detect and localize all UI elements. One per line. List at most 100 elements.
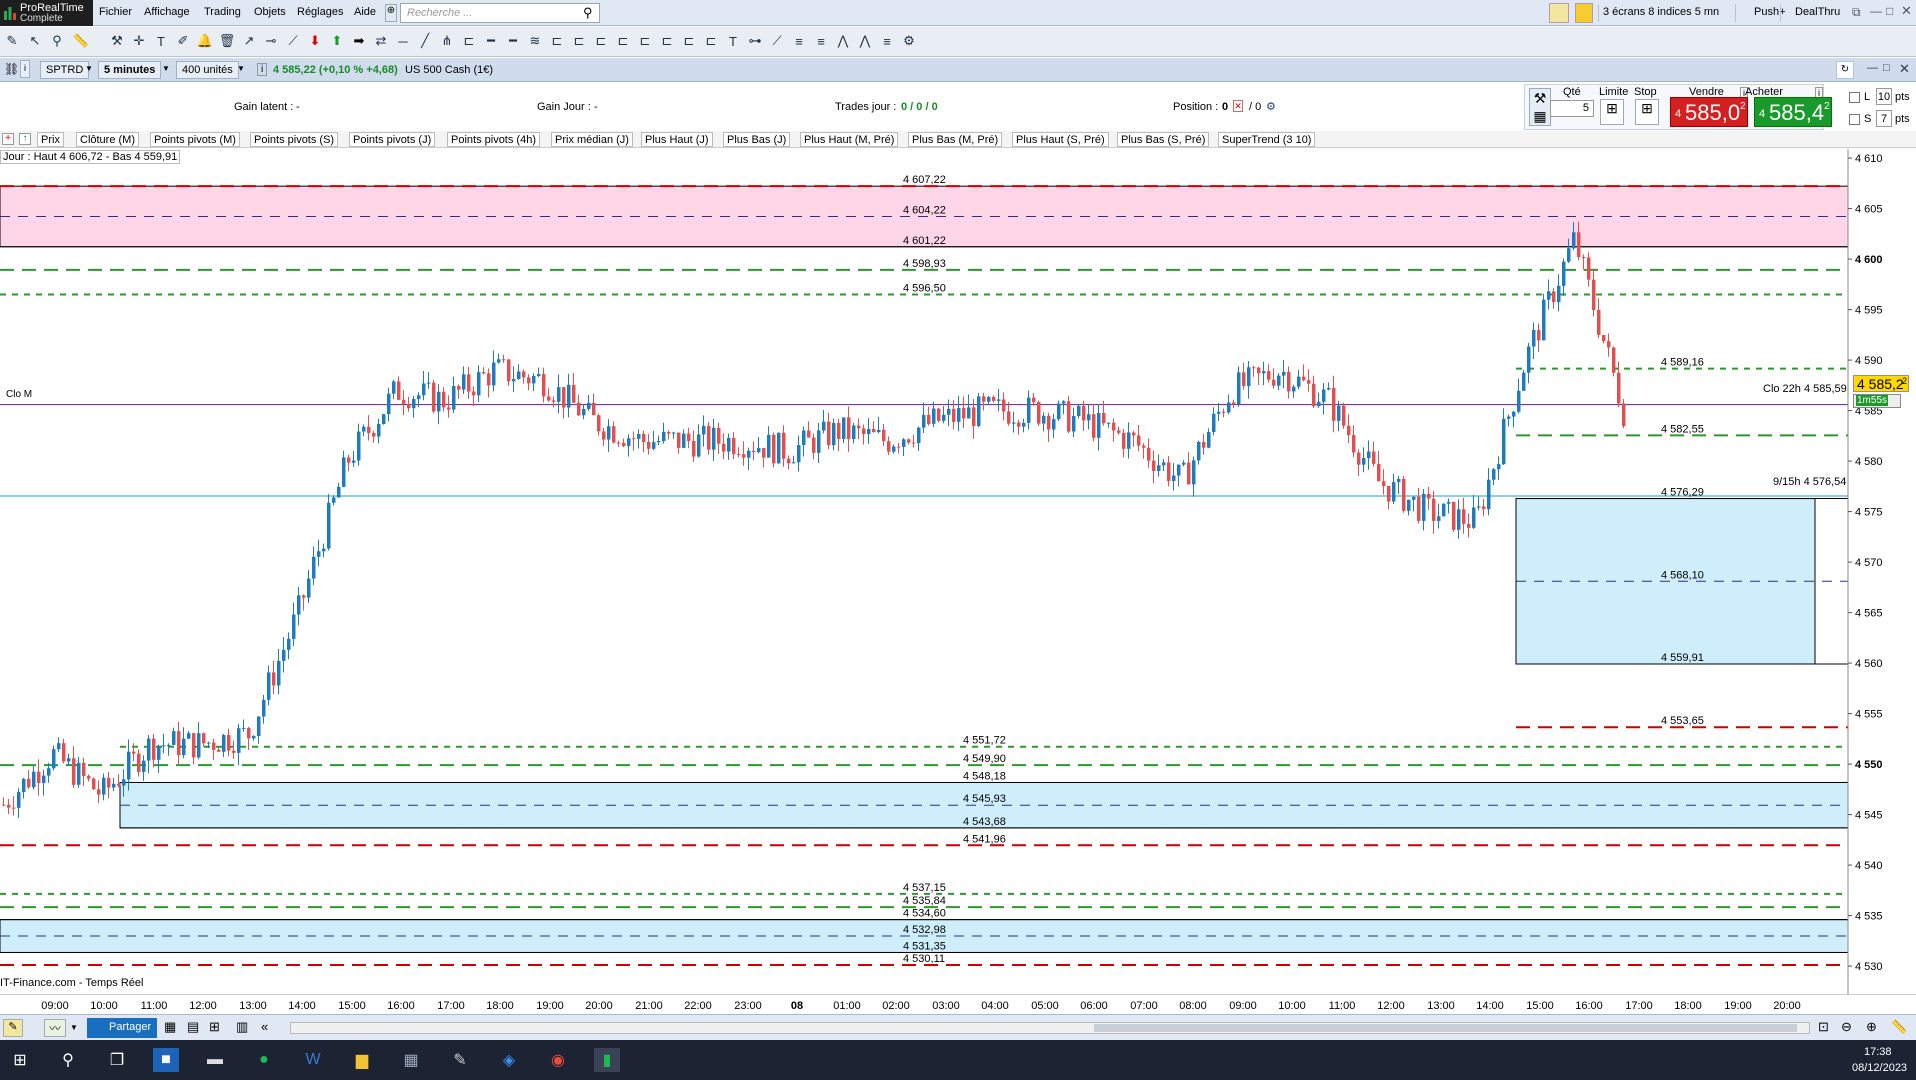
segment-icon[interactable]: ⊸ — [262, 32, 280, 50]
window-minimize-icon[interactable]: — — [1867, 62, 1878, 74]
chart-tools-icon[interactable] — [1549, 3, 1569, 23]
teamviewer-icon[interactable]: ◈ — [496, 1048, 522, 1072]
menu-affichage[interactable]: Affichage — [144, 6, 190, 18]
horizontal-scrollbar[interactable] — [290, 1022, 1810, 1034]
share-button[interactable]: Partager — [87, 1018, 158, 1038]
arrow-down-icon[interactable]: ⬇ — [306, 32, 324, 50]
zigzag2-icon[interactable]: ⋀ — [856, 32, 874, 50]
reload-icon[interactable]: ↻ — [1836, 61, 1854, 79]
chevron-down-icon[interactable]: ▼ — [85, 64, 93, 73]
ruler-tool-icon[interactable]: 📏 — [1891, 1019, 1907, 1035]
calculator-icon[interactable]: ▦ — [398, 1048, 424, 1072]
indicator-chip-plus-bas-j[interactable]: Plus Bas (J) — [723, 132, 791, 147]
restore-icon[interactable]: ⧉ — [1852, 5, 1861, 20]
spotify-icon[interactable]: ● — [251, 1048, 277, 1072]
parallel-icon[interactable]: ⊏ — [460, 32, 478, 50]
bell-icon[interactable]: 🔔 — [196, 32, 214, 50]
pencil-icon[interactable]: ✎ — [3, 32, 21, 50]
indicator-chip-pivots-m[interactable]: Points pivots (M) — [150, 132, 240, 147]
chevron-down-icon[interactable]: ▼ — [70, 1023, 78, 1032]
timeframe-selector[interactable]: 5 minutes — [98, 61, 162, 79]
settings-wheel-icon[interactable]: ⚙ — [900, 32, 918, 50]
l-points-input[interactable]: 10 — [1876, 88, 1892, 105]
task-view-icon[interactable]: ❐ — [104, 1048, 130, 1072]
dashboard-icon[interactable]: ▥ — [236, 1019, 248, 1035]
calendar-icon[interactable]: ▦ — [164, 1019, 176, 1035]
symbol-selector[interactable]: SPTRD — [40, 61, 90, 79]
zoom-out-icon[interactable]: ⊖ — [1841, 1019, 1852, 1035]
chart-svg[interactable]: 4 607,22 4 604,22 4 601,22 4 598,93 4 596,50… — [0, 149, 1916, 994]
search-input[interactable]: Recherche ... — [400, 3, 600, 23]
line-icon[interactable]: ╱ — [416, 32, 434, 50]
bracket7-icon[interactable]: ⊏ — [680, 32, 698, 50]
hline-purple-icon[interactable]: ━ — [482, 32, 500, 50]
indicator-chip-pivots-s[interactable]: Points pivots (S) — [250, 132, 339, 147]
collapse-indicators-icon[interactable]: ↑ — [19, 133, 31, 145]
word-icon[interactable]: W — [300, 1048, 326, 1072]
menu-trading[interactable]: Trading — [204, 6, 241, 18]
horizontal-line-icon[interactable]: ─ — [394, 32, 412, 50]
add-indicator-icon[interactable]: + — [2, 133, 14, 145]
indicator-chip-pivots-j[interactable]: Points pivots (J) — [349, 132, 436, 147]
search-icon[interactable]: ⚲ — [583, 5, 593, 21]
window-maximize-icon[interactable]: □ — [1883, 62, 1890, 74]
indicator-chip-supertrend[interactable]: SuperTrend (3 10) — [1218, 132, 1316, 147]
order-settings-icon[interactable]: ⚒ ▦ — [1529, 88, 1551, 126]
units-selector[interactable]: 400 unités — [176, 61, 239, 79]
label-icon[interactable]: ⊶ — [746, 32, 764, 50]
brush-icon[interactable]: ✐ — [174, 32, 192, 50]
files-icon[interactable]: ▬ — [202, 1048, 228, 1072]
menu-objets[interactable]: Objets — [254, 6, 286, 18]
menu-reglages[interactable]: Réglages — [297, 6, 343, 18]
magic-wand-icon[interactable]: ⚒ — [108, 32, 126, 50]
chevron-down-icon[interactable]: ▼ — [162, 64, 170, 73]
bracket5-icon[interactable]: ⊏ — [636, 32, 654, 50]
window-close-icon[interactable]: ✕ — [1899, 61, 1910, 77]
info-icon[interactable]: i — [20, 60, 30, 78]
indicator-chip-cloture[interactable]: Clôture (M) — [76, 132, 140, 147]
fib-icon[interactable]: ⋔ — [438, 32, 456, 50]
menu-fichier[interactable]: Fichier — [99, 6, 132, 18]
text-box-icon[interactable]: T — [724, 32, 742, 50]
bracket-icon[interactable]: ⊏ — [548, 32, 566, 50]
sell-button[interactable]: 4 585,0 2 — [1670, 97, 1748, 127]
workspace-selector[interactable]: 3 écrans 8 indices 5 mn — [1598, 4, 1723, 22]
chrome-icon[interactable]: ◉ — [545, 1048, 571, 1072]
measure-icon[interactable]: ⟋ — [768, 32, 786, 50]
indicator-chip-plus-haut-s-pre[interactable]: Plus Haut (S, Pré) — [1012, 132, 1109, 147]
alerts-icon[interactable] — [1575, 3, 1593, 23]
cursor-icon[interactable]: ↖ — [26, 32, 44, 50]
trendline-icon[interactable]: ⟋ — [284, 32, 302, 50]
dealthru-button[interactable]: DealThru — [1780, 4, 1844, 22]
indicator-chip-plus-haut-j[interactable]: Plus Haut (J) — [641, 132, 713, 147]
zoom-icon[interactable]: ⚲ — [48, 32, 66, 50]
stack2-icon[interactable]: ≡ — [812, 32, 830, 50]
ruler-icon[interactable]: 📏 — [72, 32, 90, 50]
arrow-right-icon[interactable]: ➡ — [350, 32, 368, 50]
scrollbar-thumb[interactable] — [1094, 1024, 1797, 1032]
limit-order-button[interactable]: ⊞ — [1600, 99, 1624, 125]
zigzag-icon[interactable]: ⋀ — [834, 32, 852, 50]
zoom-in-icon[interactable]: ⊕ — [1866, 1019, 1877, 1035]
fan-icon[interactable]: ≋ — [526, 32, 544, 50]
s-points-input[interactable]: 7 — [1876, 110, 1892, 127]
paint-icon[interactable]: ✎ — [447, 1048, 473, 1072]
info-icon[interactable]: i — [257, 63, 268, 76]
indicator-chip-plus-bas-m-pre[interactable]: Plus Bas (M, Pré) — [908, 132, 1003, 147]
bracket8-icon[interactable]: ⊏ — [702, 32, 720, 50]
scroll-left-icon[interactable]: « — [261, 1019, 268, 1034]
menu-aide[interactable]: Aide — [354, 6, 376, 18]
channel-icon[interactable]: ⇄ — [372, 32, 390, 50]
windows-start-icon[interactable]: ⊞ — [7, 1048, 33, 1072]
indicator-chip-prix-median[interactable]: Prix médian (J) — [551, 132, 633, 147]
indicator-chip-plus-haut-m-pre[interactable]: Plus Haut (M, Pré) — [800, 132, 899, 147]
arrow-up-icon[interactable]: ⬆ — [328, 32, 346, 50]
hline-cyan-icon[interactable]: ━ — [504, 32, 522, 50]
qty-input[interactable]: 5 — [1550, 100, 1594, 117]
arrow-line-icon[interactable]: ↗ — [240, 32, 258, 50]
indicator-chip-prix[interactable]: Prix — [37, 132, 64, 147]
news-icon[interactable]: ▤ — [187, 1019, 199, 1035]
link-icon[interactable]: ⛓ — [4, 62, 19, 76]
price-chart[interactable]: 4 607,22 4 604,22 4 601,22 4 598,93 4 596,50… — [0, 149, 1916, 994]
bracket2-icon[interactable]: ⊏ — [570, 32, 588, 50]
